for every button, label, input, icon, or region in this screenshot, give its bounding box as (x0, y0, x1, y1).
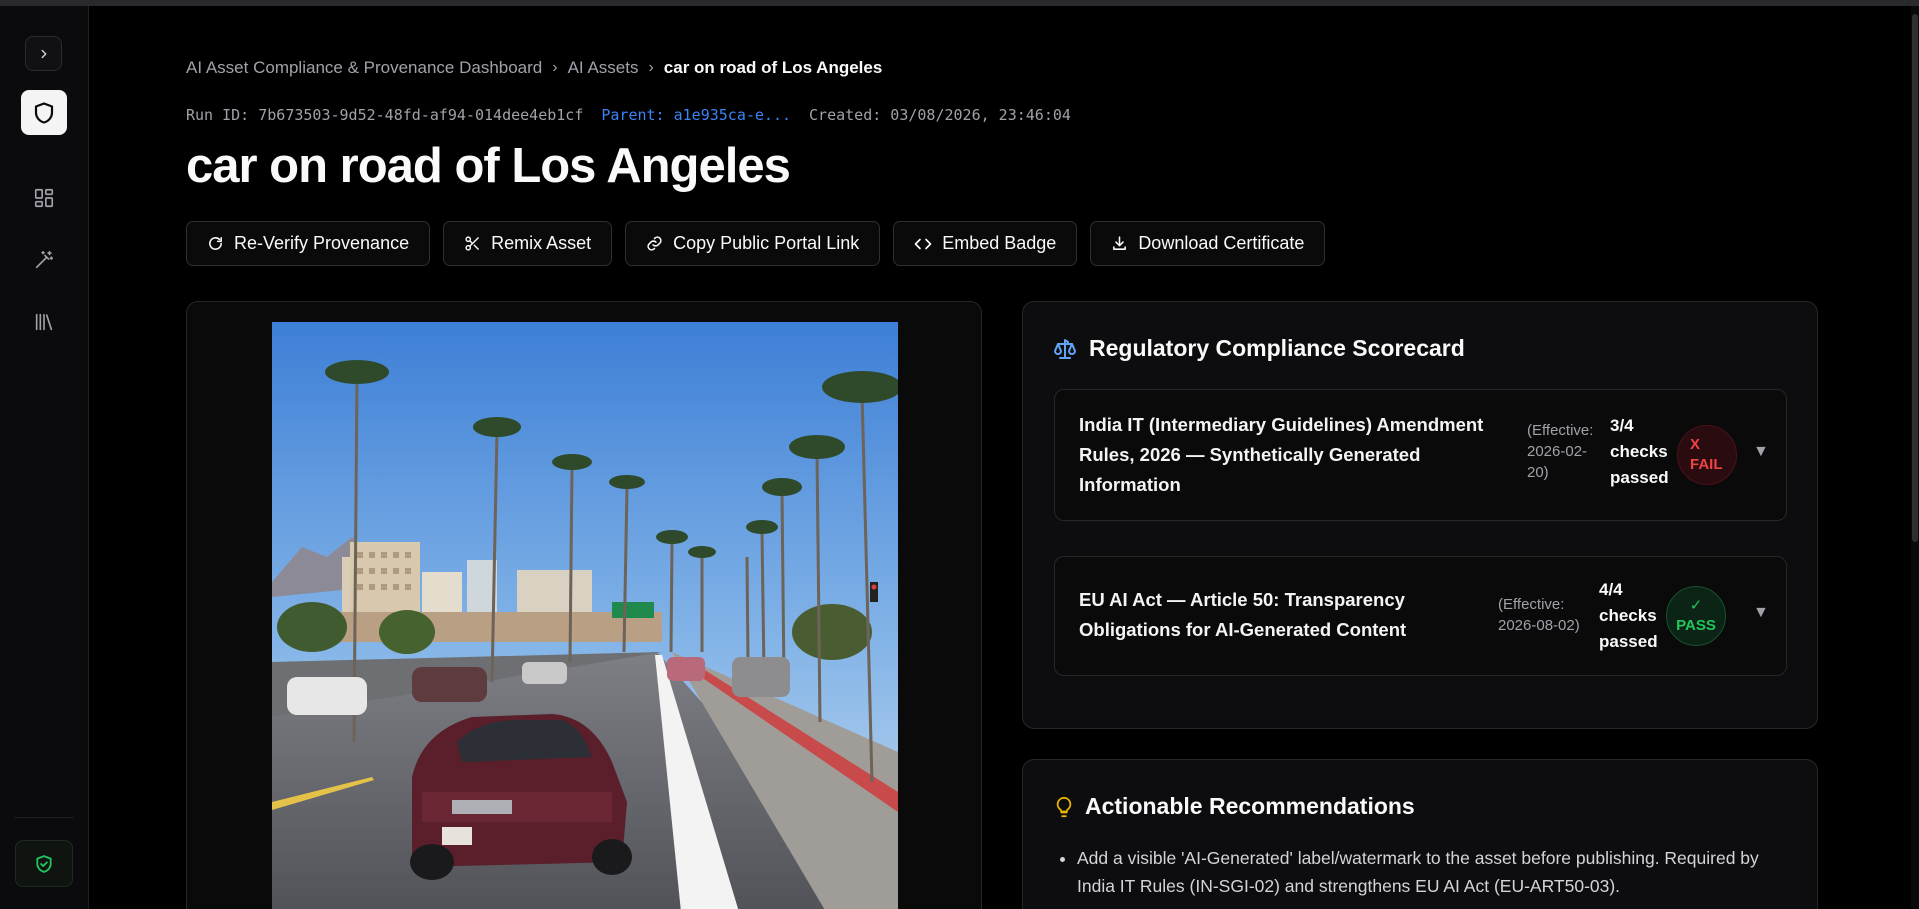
copy-link-label: Copy Public Portal Link (673, 233, 860, 253)
sidebar-toggle-button[interactable] (25, 36, 62, 71)
parent-link[interactable]: Parent: a1e935ca-e... (601, 106, 791, 124)
remix-asset-button[interactable]: Remix Asset (443, 221, 613, 266)
regulation-card-india[interactable]: India IT (Intermediary Guidelines) Amend… (1054, 389, 1787, 521)
recommendations-header: Actionable Recommendations (1053, 793, 1415, 820)
recommendations-panel: Actionable Recommendations Add a visible… (1022, 759, 1818, 909)
asset-preview-panel (186, 301, 982, 909)
sidebar-item-generate[interactable] (30, 246, 58, 274)
refresh-icon (209, 237, 222, 250)
download-certificate-button[interactable]: Download Certificate (1090, 221, 1326, 266)
library-icon (35, 313, 53, 331)
asset-image (272, 322, 898, 909)
action-toolbar: Re-Verify Provenance Remix Asset Copy Pu… (186, 221, 1326, 266)
breadcrumb: AI Asset Compliance & Provenance Dashboa… (186, 58, 882, 78)
scissors-icon (465, 236, 479, 251)
page-scrollbar[interactable] (1911, 6, 1919, 909)
compliance-status-button[interactable] (15, 840, 73, 887)
download-label: Download Certificate (1138, 233, 1305, 253)
shield-icon (34, 101, 54, 124)
compliance-scorecard-panel: Regulatory Compliance Scorecard India IT… (1022, 301, 1818, 729)
breadcrumb-current: car on road of Los Angeles (663, 58, 883, 77)
sidebar-item-dashboard[interactable] (30, 184, 58, 212)
scorecard-header: Regulatory Compliance Scorecard (1053, 335, 1465, 362)
link-icon (647, 236, 662, 251)
regulation-card-eu[interactable]: EU AI Act — Article 50: Transparency Obl… (1054, 556, 1787, 676)
regulation-effective-date: (Effective: 2026-08-02) (1498, 596, 1580, 634)
expand-chevron-icon[interactable]: ▼ (1753, 443, 1769, 461)
breadcrumb-assets-link[interactable]: AI Assets (568, 58, 639, 78)
regulation-name: India IT (Intermediary Guidelines) Amend… (1079, 414, 1484, 495)
scorecard-title: Regulatory Compliance Scorecard (1089, 335, 1465, 361)
chevron-right-icon (41, 49, 46, 58)
page-title: car on road of Los Angeles (186, 139, 791, 193)
embed-badge-button[interactable]: Embed Badge (893, 221, 1078, 266)
regulation-checks: 4/4 checks passed (1599, 580, 1658, 651)
remix-label: Remix Asset (491, 233, 592, 253)
expand-chevron-icon[interactable]: ▼ (1753, 604, 1769, 622)
recommendations-title: Actionable Recommendations (1085, 793, 1415, 819)
run-id: Run ID: 7b673503-9d52-48fd-af94-014dee4e… (186, 106, 584, 124)
created-timestamp: Created: 03/08/2026, 23:46:04 (809, 106, 1071, 124)
status-badge-fail: X FAIL (1677, 425, 1737, 485)
status-badge-label: ✓ PASS (1676, 597, 1716, 634)
asset-meta: Run ID: 7b673503-9d52-48fd-af94-014dee4e… (186, 106, 1071, 124)
scrollbar-thumb[interactable] (1912, 14, 1918, 542)
regulation-name: EU AI Act — Article 50: Transparency Obl… (1079, 589, 1407, 640)
regulation-checks: 3/4 checks passed (1610, 416, 1669, 487)
window-top-bar (0, 0, 1919, 6)
code-icon (914, 238, 932, 249)
recommendations-list: Add a visible 'AI-Generated' label/water… (1077, 844, 1797, 900)
reverify-provenance-button[interactable]: Re-Verify Provenance (186, 221, 431, 266)
lightbulb-icon (1056, 796, 1072, 817)
status-badge-pass: ✓ PASS (1666, 586, 1726, 646)
regulation-effective-date: (Effective: 2026-02-20) (1527, 422, 1594, 481)
breadcrumb-separator: › (648, 59, 654, 76)
status-badge-label: X FAIL (1690, 436, 1723, 473)
app-logo-button[interactable] (21, 90, 67, 135)
breadcrumb-root-link[interactable]: AI Asset Compliance & Provenance Dashboa… (186, 58, 542, 78)
shield-check-icon (36, 854, 52, 873)
embed-label: Embed Badge (942, 233, 1057, 253)
sidebar-item-library[interactable] (30, 308, 58, 336)
sidebar-divider (14, 817, 74, 818)
download-icon (1113, 236, 1127, 250)
reverify-label: Re-Verify Provenance (234, 233, 410, 253)
copy-portal-link-button[interactable]: Copy Public Portal Link (625, 221, 881, 266)
sidebar (0, 6, 89, 909)
recommendation-item: Add a visible 'AI-Generated' label/water… (1077, 844, 1797, 900)
dashboard-grid-icon (34, 188, 54, 208)
scale-icon (1054, 338, 1076, 359)
breadcrumb-separator: › (552, 59, 558, 76)
magic-wand-icon (35, 250, 54, 269)
